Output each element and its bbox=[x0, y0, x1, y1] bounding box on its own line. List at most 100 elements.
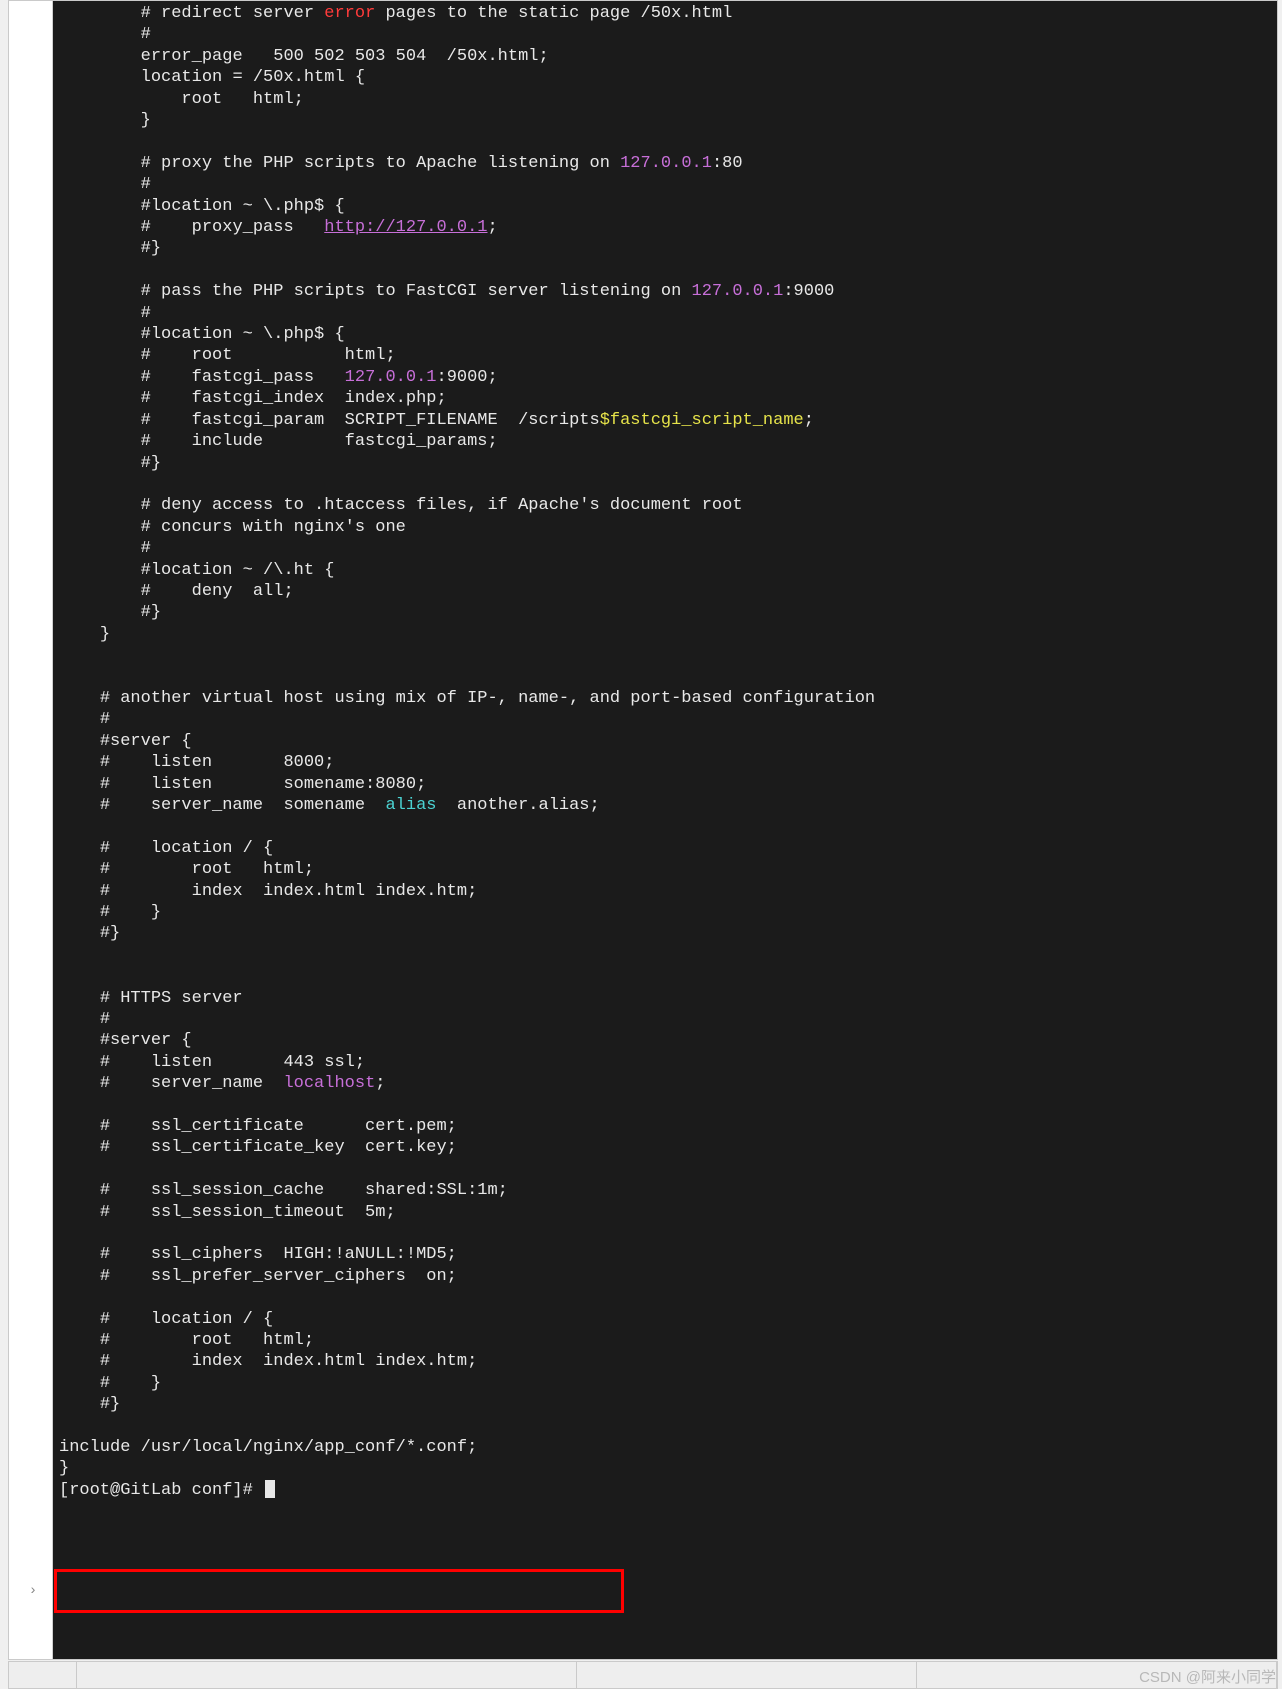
code-line bbox=[59, 1287, 1277, 1308]
code-line: # ssl_session_cache shared:SSL:1m; bbox=[59, 1180, 1277, 1201]
cursor-icon bbox=[265, 1480, 275, 1498]
code-line: } bbox=[59, 1458, 1277, 1479]
code-segment: alias bbox=[385, 796, 436, 815]
code-line: # server_name somename alias another.ali… bbox=[59, 795, 1277, 816]
code-segment: #location ~ \.php$ { bbox=[141, 325, 345, 344]
code-segment: # root html; bbox=[100, 860, 314, 879]
code-line: # fastcgi_index index.php; bbox=[59, 388, 1277, 409]
code-line bbox=[59, 474, 1277, 495]
code-line: # root html; bbox=[59, 859, 1277, 880]
code-segment: localhost bbox=[283, 1074, 375, 1093]
code-segment: # proxy_pass bbox=[141, 218, 325, 237]
code-segment: $fastcgi_script_name bbox=[600, 411, 804, 430]
code-line: # ssl_session_timeout 5m; bbox=[59, 1202, 1277, 1223]
code-line bbox=[59, 816, 1277, 837]
code-line: # ssl_ciphers HIGH:!aNULL:!MD5; bbox=[59, 1244, 1277, 1265]
code-line: # root html; bbox=[59, 345, 1277, 366]
code-line: # } bbox=[59, 902, 1277, 923]
code-segment: # another virtual host using mix of IP-,… bbox=[100, 689, 875, 708]
tab-segment[interactable] bbox=[9, 1662, 77, 1688]
tab-segment[interactable] bbox=[577, 1662, 917, 1688]
code-line: # } bbox=[59, 1373, 1277, 1394]
code-segment: # ssl_certificate_key cert.key; bbox=[100, 1138, 457, 1157]
code-segment: root html; bbox=[141, 90, 304, 109]
code-line: # listen 8000; bbox=[59, 752, 1277, 773]
code-segment: 127.0.0.1 bbox=[620, 154, 712, 173]
terminal-window: › # redirect server error pages to the s… bbox=[8, 0, 1278, 1660]
code-line: # bbox=[59, 303, 1277, 324]
code-segment: # HTTPS server bbox=[100, 989, 243, 1008]
code-segment: :9000; bbox=[437, 368, 498, 387]
code-segment: another.alias; bbox=[436, 796, 599, 815]
code-line bbox=[59, 1416, 1277, 1437]
code-line: # index index.html index.htm; bbox=[59, 1351, 1277, 1372]
code-segment: http://127.0.0.1 bbox=[324, 218, 487, 237]
tab-segment[interactable] bbox=[77, 1662, 577, 1688]
code-segment: # root html; bbox=[141, 346, 396, 365]
code-line bbox=[59, 945, 1277, 966]
code-segment: 127.0.0.1 bbox=[345, 368, 437, 387]
shell-prompt: [root@GitLab conf]# bbox=[59, 1481, 263, 1500]
code-segment: # ssl_session_cache shared:SSL:1m; bbox=[100, 1181, 508, 1200]
code-segment: } bbox=[141, 111, 151, 130]
code-line: # listen somename:8080; bbox=[59, 774, 1277, 795]
code-line: #} bbox=[59, 1394, 1277, 1415]
code-segment: #} bbox=[141, 603, 161, 622]
code-segment: # fastcgi_index index.php; bbox=[141, 389, 447, 408]
code-segment: ; bbox=[488, 218, 498, 237]
code-segment: #} bbox=[141, 454, 161, 473]
code-line: # HTTPS server bbox=[59, 988, 1277, 1009]
shell-prompt-line[interactable]: [root@GitLab conf]# bbox=[59, 1480, 1277, 1501]
code-segment: # location / { bbox=[100, 839, 273, 858]
code-segment: include /usr/local/nginx/app_conf/*.conf… bbox=[59, 1438, 477, 1457]
code-line: # deny access to .htaccess files, if Apa… bbox=[59, 495, 1277, 516]
code-line: } bbox=[59, 624, 1277, 645]
code-segment: error_page 500 502 503 504 /50x.html; bbox=[141, 47, 549, 66]
code-line: # location / { bbox=[59, 1309, 1277, 1330]
code-segment: # bbox=[141, 25, 151, 44]
code-segment: ; bbox=[804, 411, 814, 430]
code-line: #} bbox=[59, 238, 1277, 259]
code-segment: # ssl_certificate cert.pem; bbox=[100, 1117, 457, 1136]
code-segment: :80 bbox=[712, 154, 743, 173]
code-segment: } bbox=[100, 625, 110, 644]
code-segment: # ssl_session_timeout 5m; bbox=[100, 1203, 396, 1222]
code-line: # bbox=[59, 1009, 1277, 1030]
code-line: # index index.html index.htm; bbox=[59, 881, 1277, 902]
code-segment: # ssl_ciphers HIGH:!aNULL:!MD5; bbox=[100, 1245, 457, 1264]
gutter: › bbox=[9, 1, 53, 1659]
code-line: # pass the PHP scripts to FastCGI server… bbox=[59, 281, 1277, 302]
code-segment: # listen somename:8080; bbox=[100, 775, 426, 794]
code-segment: :9000 bbox=[783, 282, 834, 301]
code-segment: # index index.html index.htm; bbox=[100, 882, 477, 901]
terminal-content[interactable]: # redirect server error pages to the sta… bbox=[53, 1, 1277, 1659]
code-segment: # } bbox=[100, 903, 161, 922]
code-segment: # deny all; bbox=[141, 582, 294, 601]
code-segment: # include fastcgi_params; bbox=[141, 432, 498, 451]
code-segment: # deny access to .htaccess files, if Apa… bbox=[141, 496, 743, 515]
code-line bbox=[59, 260, 1277, 281]
code-line: # proxy the PHP scripts to Apache listen… bbox=[59, 153, 1277, 174]
code-segment: #} bbox=[141, 239, 161, 258]
code-segment: #} bbox=[100, 924, 120, 943]
code-line: #location ~ \.php$ { bbox=[59, 196, 1277, 217]
gutter-chevron-icon[interactable]: › bbox=[23, 1581, 43, 1601]
code-line bbox=[59, 1095, 1277, 1116]
code-segment: # redirect server bbox=[141, 4, 325, 23]
code-segment: #} bbox=[100, 1395, 120, 1414]
code-segment: # server_name somename bbox=[100, 796, 386, 815]
code-line: } bbox=[59, 110, 1277, 131]
code-line: # ssl_certificate_key cert.key; bbox=[59, 1137, 1277, 1158]
code-line: # bbox=[59, 24, 1277, 45]
code-line: #server { bbox=[59, 1030, 1277, 1051]
code-line: # bbox=[59, 709, 1277, 730]
code-line: # listen 443 ssl; bbox=[59, 1052, 1277, 1073]
code-segment: # listen 8000; bbox=[100, 753, 335, 772]
code-line: # location / { bbox=[59, 838, 1277, 859]
code-segment: 127.0.0.1 bbox=[692, 282, 784, 301]
code-line bbox=[59, 645, 1277, 666]
code-segment: # bbox=[141, 175, 151, 194]
code-segment: pages to the static page /50x.html bbox=[375, 4, 732, 23]
code-segment: # pass the PHP scripts to FastCGI server… bbox=[141, 282, 692, 301]
code-line: #} bbox=[59, 923, 1277, 944]
